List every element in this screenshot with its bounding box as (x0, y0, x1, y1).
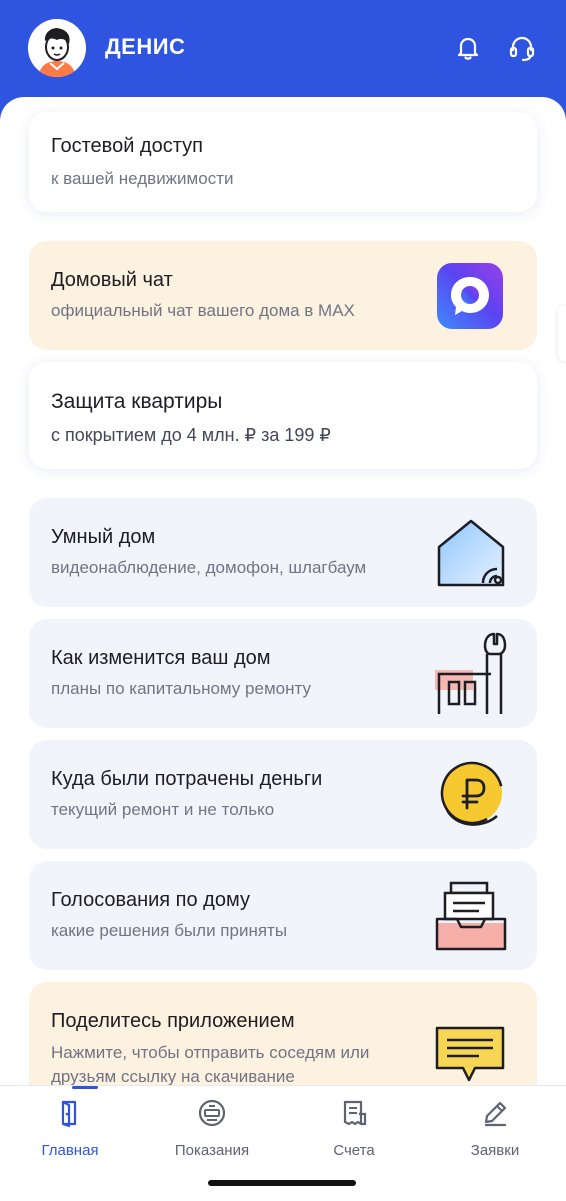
card-title: Поделитесь приложением (51, 1010, 295, 1032)
ballot-box-icon (433, 879, 507, 953)
active-tab-indicator (72, 1086, 98, 1089)
card-title: Защита квартиры (51, 390, 223, 413)
smart-house-icon (435, 517, 507, 589)
card-subtitle: какие решения были приняты (51, 921, 288, 940)
card-title: Гостевой доступ (51, 135, 203, 157)
max-app-icon (437, 262, 503, 329)
card-subtitle: текущий ремонт и не только (51, 800, 275, 819)
wrench-building-icon (435, 632, 507, 716)
card-money-spent[interactable]: Куда были потрачены деньги текущий ремон… (29, 740, 537, 849)
home-indicator (208, 1180, 356, 1186)
bell-icon[interactable] (453, 33, 483, 63)
meter-icon (197, 1098, 227, 1128)
card-title: Домовый чат (51, 269, 173, 291)
user-name: ДЕНИС (105, 34, 186, 59)
card-title: Голосования по дому (51, 889, 250, 911)
card-apartment-protection[interactable]: Защита квартиры с покрытием до 4 млн. ₽ … (29, 362, 537, 469)
card-smart-home[interactable]: Умный дом видеонаблюдение, домофон, шлаг… (29, 498, 537, 607)
card-title: Куда были потрачены деньги (51, 768, 323, 790)
tab-label: Счета (333, 1142, 375, 1159)
headset-icon[interactable] (507, 33, 537, 63)
card-house-chat[interactable]: Домовый чат официальный чат вашего дома … (29, 241, 537, 350)
content-sheet: Гостевой доступ к вашей недвижимости Дом… (0, 97, 566, 1200)
door-icon (55, 1098, 85, 1128)
tab-label: Главная (41, 1142, 99, 1159)
card-subtitle: планы по капитальному ремонту (51, 679, 311, 698)
card-house-voting[interactable]: Голосования по дому какие решения были п… (29, 861, 537, 970)
card-title: Как изменится ваш дом (51, 647, 271, 669)
ruble-coin-icon (437, 760, 507, 830)
card-house-changes[interactable]: Как изменится ваш дом планы по капитальн… (29, 619, 537, 728)
tab-label: Заявки (470, 1142, 520, 1159)
card-subtitle: к вашей недвижимости (51, 169, 234, 188)
edge-handle[interactable] (558, 305, 566, 361)
receipt-icon (339, 1098, 369, 1128)
card-subtitle: официальный чат вашего дома в MAX (51, 301, 355, 320)
card-title: Умный дом (51, 526, 156, 548)
tab-label: Показания (174, 1142, 250, 1159)
card-guest-access[interactable]: Гостевой доступ к вашей недвижимости (29, 112, 537, 212)
card-subtitle: с покрытием до 4 млн. ₽ за 199 ₽ (51, 425, 331, 445)
card-subtitle: видеонаблюдение, домофон, шлагбаум (51, 558, 367, 577)
message-bubble-icon (433, 1024, 507, 1086)
pencil-icon (480, 1098, 510, 1128)
card-subtitle-line1: Нажмите, чтобы отправить соседям или (51, 1043, 370, 1062)
avatar[interactable] (28, 19, 86, 77)
